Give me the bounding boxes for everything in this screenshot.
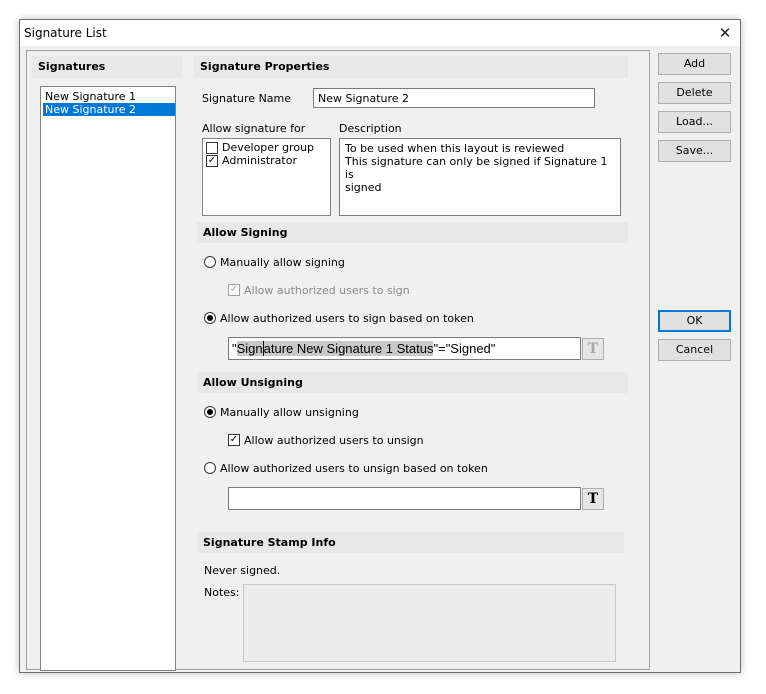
allow-authorized-unsign-label: Allow authorized users to unsign	[244, 434, 424, 447]
signature-stamp-info-header: Signature Stamp Info	[197, 532, 624, 553]
developer-group-label: Developer group	[222, 141, 315, 154]
close-icon[interactable]: ✕	[714, 22, 736, 44]
signature-properties-header: Signature Properties	[194, 56, 628, 78]
allow-authorized-sign-label: Allow authorized users to sign	[244, 284, 410, 297]
window-title: Signature List	[24, 26, 107, 40]
signature-name-label: Signature Name	[202, 92, 292, 105]
title-bar: Signature List ✕	[20, 20, 740, 46]
notes-textarea	[243, 584, 616, 662]
administrator-label: Administrator	[222, 154, 297, 167]
notes-label: Notes:	[204, 586, 240, 599]
ok-button[interactable]: OK	[658, 310, 731, 332]
sign-based-on-token-label: Allow authorized users to sign based on …	[220, 312, 474, 325]
load-button[interactable]: Load...	[658, 111, 731, 133]
stamp-status-text: Never signed.	[204, 564, 281, 577]
manually-allow-unsigning-label: Manually allow unsigning	[220, 406, 359, 419]
developer-group-checkbox[interactable]	[206, 142, 218, 154]
allow-signature-for-list[interactable]: Developer group ✓ Administrator	[202, 138, 331, 216]
unsign-token-insert-button[interactable]: T	[582, 488, 604, 510]
manually-allow-signing-radio[interactable]	[204, 256, 216, 268]
allow-authorized-sign-checkbox: ✓	[228, 284, 240, 296]
unsign-based-on-token-radio[interactable]	[204, 462, 216, 474]
delete-button[interactable]: Delete	[658, 82, 731, 104]
signatures-header: Signatures	[32, 56, 182, 78]
save-button[interactable]: Save...	[658, 140, 731, 162]
signature-name-field[interactable]: New Signature 2	[313, 88, 595, 108]
cancel-button[interactable]: Cancel	[658, 339, 731, 361]
signatures-header-label: Signatures	[38, 60, 106, 73]
description-label: Description	[339, 122, 402, 135]
list-item[interactable]: New Signature 1	[43, 90, 175, 103]
manually-allow-signing-label: Manually allow signing	[220, 256, 345, 269]
unsign-based-on-token-label: Allow authorized users to unsign based o…	[220, 462, 488, 475]
manually-allow-unsigning-radio[interactable]	[204, 406, 216, 418]
allow-authorized-unsign-checkbox[interactable]: ✓	[228, 434, 240, 446]
allow-signing-header: Allow Signing	[197, 222, 628, 243]
list-item[interactable]: New Signature 2	[43, 103, 175, 116]
allow-signature-for-label: Allow signature for	[202, 122, 306, 135]
sign-token-insert-button: T	[582, 338, 604, 360]
signatures-list[interactable]: New Signature 1 New Signature 2	[40, 86, 176, 671]
sign-token-expression-field[interactable]: "Signature New Signature 1 Status"="Sign…	[228, 337, 581, 360]
administrator-checkbox[interactable]: ✓	[206, 155, 218, 167]
sign-based-on-token-radio[interactable]	[204, 312, 216, 324]
description-textarea[interactable]: To be used when this layout is reviewed …	[339, 138, 621, 216]
add-button[interactable]: Add	[658, 53, 731, 75]
signature-list-dialog: Signature List ✕ Signatures New Signatur…	[19, 19, 741, 673]
unsign-token-expression-field[interactable]	[228, 487, 581, 510]
allow-unsigning-header: Allow Unsigning	[197, 372, 628, 393]
